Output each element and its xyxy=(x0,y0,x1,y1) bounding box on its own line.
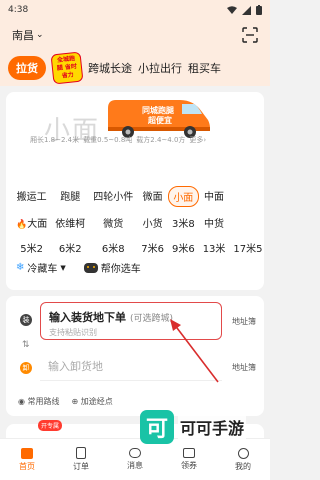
cold-truck-option[interactable]: ❄ 冷藏车 ▼ xyxy=(16,260,66,275)
snowflake-icon: ❄ xyxy=(16,262,25,273)
vehicle-type-item[interactable]: 四轮小件 xyxy=(89,186,137,207)
vehicle-type-item[interactable]: 微面 xyxy=(137,186,168,207)
address-footer: ◉ 常用路线 ⊕ 加途经点 xyxy=(18,396,113,407)
spec-more-link[interactable]: 更多› xyxy=(189,135,206,145)
vehicle-type-item[interactable]: 3米8 xyxy=(168,213,199,232)
load-address-title: 输入装货地下单 (可选跨城) xyxy=(49,309,173,325)
fire-icon: 🔥 xyxy=(16,220,28,230)
nav-home-label: 首页 xyxy=(19,461,35,471)
address-book-link-unload[interactable]: 地址簿 xyxy=(232,362,256,373)
swap-icon[interactable]: ⇅ xyxy=(22,340,30,350)
cold-truck-label: 冷藏车 xyxy=(27,264,58,275)
wifi-icon xyxy=(227,5,237,14)
message-icon xyxy=(129,448,141,458)
vehicle-type-item[interactable]: 6米2 xyxy=(51,238,89,257)
tab-xiaola-ride[interactable]: 小拉出行 xyxy=(138,60,182,76)
city-label: 南昌 xyxy=(12,29,34,42)
plus-circle-icon: ⊕ xyxy=(71,397,79,406)
vehicle-type-item[interactable]: 5米2 xyxy=(12,238,51,257)
vehicle-type-item[interactable]: 🔥大面 xyxy=(12,213,51,232)
nav-orders[interactable]: 订单 xyxy=(61,447,101,472)
home-icon xyxy=(21,447,33,459)
vehicle-type-item[interactable]: 搬运工 xyxy=(12,186,51,207)
nav-orders-label: 订单 xyxy=(73,462,89,471)
address-card: 装 ⇅ 卸 输入装货地下单 (可选跨城) 支持粘贴识别 地址簿 输入卸货地 地址簿… xyxy=(6,296,264,416)
spec-volume: 载方2.4~4.0方 xyxy=(136,136,186,144)
status-icons xyxy=(227,5,262,15)
address-book-link-load[interactable]: 地址簿 xyxy=(232,316,256,327)
common-routes-label: 常用路线 xyxy=(27,397,60,406)
watermark: 可 可可手游 xyxy=(140,410,247,444)
nav-home[interactable]: 首页 xyxy=(7,447,47,472)
chevron-down-icon: ⌄ xyxy=(36,30,44,40)
robot-icon xyxy=(83,262,98,273)
nav-profile[interactable]: 我的 xyxy=(223,447,263,472)
help-choose-button[interactable]: 帮你选车 xyxy=(83,260,141,275)
unload-dot-icon: 卸 xyxy=(20,362,32,374)
coupon-icon xyxy=(183,448,195,458)
vehicle-type-spacer xyxy=(229,213,266,232)
load-dot-icon: 装 xyxy=(20,314,32,326)
location-pin-icon: ◉ xyxy=(18,397,25,406)
vehicle-type-item[interactable]: 中货 xyxy=(199,213,230,232)
status-bar: 4:38 xyxy=(0,0,270,20)
vehicle-type-item[interactable]: 13米 xyxy=(199,238,230,257)
vehicle-type-item[interactable]: 中面 xyxy=(199,186,230,207)
common-routes-link[interactable]: ◉ 常用路线 xyxy=(18,396,60,407)
vehicle-card: 小面 同城跑腿 超便宜 厢长1.8~2.4米 载重0.5~0.8吨 载方2.4~… xyxy=(6,92,264,290)
tab-rent-buy[interactable]: 租买车 xyxy=(188,60,221,76)
vehicle-specs: 厢长1.8~2.4米 载重0.5~0.8吨 载方2.4~4.0方 更多› xyxy=(30,135,206,145)
watermark-text: 可可手游 xyxy=(178,415,247,439)
vehicle-type-grid: 搬运工 跑腿 四轮小件 微面 小面 中面 🔥大面 依维柯 微货 小货 3米8 中… xyxy=(12,186,264,257)
profile-icon xyxy=(237,447,249,459)
spec-load: 载重0.5~0.8吨 xyxy=(83,136,133,144)
van-image: 同城跑腿 超便宜 xyxy=(108,100,210,138)
extra-options: ❄ 冷藏车 ▼ 帮你选车 xyxy=(16,260,141,275)
nav-messages[interactable]: 消息 xyxy=(115,448,155,471)
scan-icon[interactable] xyxy=(242,27,258,43)
promo-badge: 开专属 xyxy=(38,420,63,431)
vehicle-type-item-selected[interactable]: 小面 xyxy=(167,186,199,207)
spec-length: 厢长1.8~2.4米 xyxy=(30,136,80,144)
nav-coupons[interactable]: 领券 xyxy=(169,448,209,471)
vehicle-hero: 小面 同城跑腿 超便宜 厢长1.8~2.4米 载重0.5~0.8吨 载方2.4~… xyxy=(6,92,264,150)
service-tabs: 拉货 全城跑腿 省时省力 跨城长途 小拉出行 租买车 xyxy=(0,50,270,86)
load-address-label: 输入装货地下单 xyxy=(49,311,126,324)
van-text-2: 超便宜 xyxy=(147,115,172,125)
van-text-1: 同城跑腿 xyxy=(142,105,174,115)
vehicle-type-item[interactable]: 跑腿 xyxy=(51,186,89,207)
vehicle-type-label: 大面 xyxy=(27,219,48,230)
nav-profile-label: 我的 xyxy=(235,461,251,471)
load-address-subtitle: 支持粘贴识别 xyxy=(49,328,97,337)
bottom-nav: 首页 订单 消息 领券 我的 xyxy=(0,438,270,480)
add-stop-link[interactable]: ⊕ 加途经点 xyxy=(72,396,113,407)
vehicle-type-spacer xyxy=(229,186,266,207)
annotation-arrow xyxy=(170,319,219,383)
unload-address-field[interactable]: 输入卸货地 xyxy=(48,358,103,374)
vehicle-type-item[interactable]: 小货 xyxy=(137,213,168,232)
status-time: 4:38 xyxy=(8,5,29,15)
caret-down-icon: ▼ xyxy=(60,263,66,272)
vehicle-type-item[interactable]: 17米5 xyxy=(229,238,266,257)
vehicle-type-item[interactable]: 6米8 xyxy=(89,238,137,257)
app-bar: 南昌 ⌄ xyxy=(0,20,270,50)
nav-messages-label: 消息 xyxy=(127,461,143,470)
add-stop-label: 加途经点 xyxy=(80,397,113,406)
city-selector[interactable]: 南昌 ⌄ xyxy=(12,27,44,43)
watermark-logo: 可 xyxy=(140,410,174,444)
tab-errand-badge[interactable]: 全城跑腿 省时省力 xyxy=(50,51,84,85)
vehicle-type-item[interactable]: 7米6 xyxy=(137,238,168,257)
nav-coupons-label: 领券 xyxy=(181,461,197,470)
errand-badge-label: 全城跑腿 省时省力 xyxy=(50,51,84,85)
orders-icon xyxy=(76,447,86,459)
help-choose-label: 帮你选车 xyxy=(100,264,141,275)
battery-icon xyxy=(256,5,262,15)
tab-intercity[interactable]: 跨城长途 xyxy=(88,60,132,76)
vehicle-type-item[interactable]: 依维柯 xyxy=(51,213,89,232)
signal-icon xyxy=(242,5,251,15)
tab-lahuo[interactable]: 拉货 xyxy=(8,56,46,80)
vehicle-type-item[interactable]: 微货 xyxy=(89,213,137,232)
vehicle-type-item[interactable]: 9米6 xyxy=(168,238,199,257)
